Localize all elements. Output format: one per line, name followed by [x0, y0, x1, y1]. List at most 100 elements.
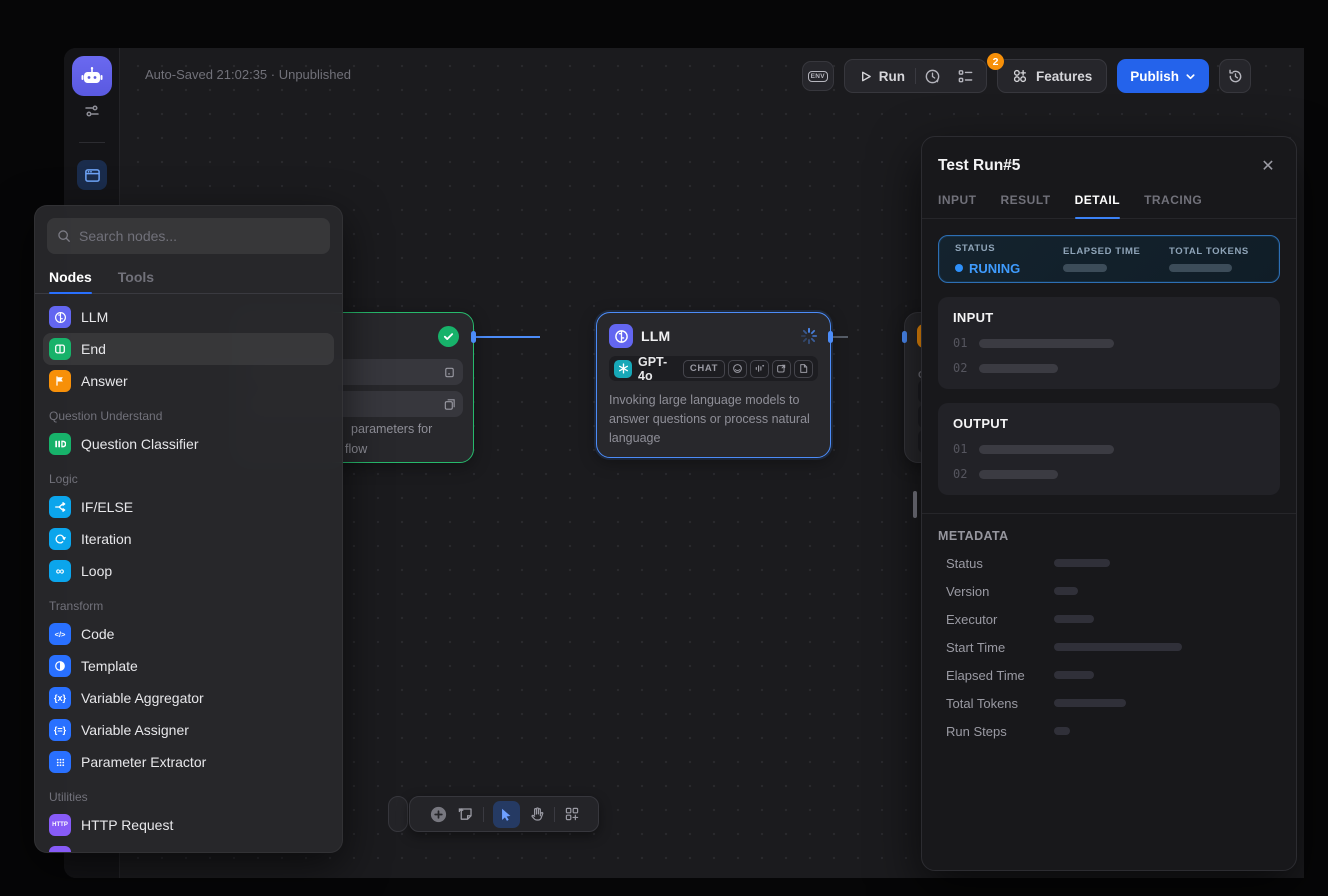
- preferences-sliders-icon[interactable]: [84, 103, 100, 119]
- organize-nodes-button[interactable]: [564, 806, 580, 822]
- node-item-code[interactable]: </> Code: [43, 618, 334, 650]
- chat-mode-badge: CHAT: [683, 360, 725, 378]
- node-item-end[interactable]: End: [43, 333, 334, 365]
- tab-tracing[interactable]: TRACING: [1144, 193, 1202, 218]
- undo-redo-toolbar[interactable]: [388, 796, 408, 832]
- connector-handle[interactable]: [471, 331, 476, 343]
- app-preview-icon[interactable]: [77, 160, 107, 190]
- node-search-box[interactable]: [47, 218, 330, 254]
- metadata-title: METADATA: [938, 529, 1280, 543]
- features-button[interactable]: Features: [997, 59, 1107, 93]
- question-classifier-icon: [49, 433, 71, 455]
- audio-capability-icon: [750, 360, 769, 378]
- start-node-description-fragment: flow: [345, 439, 367, 459]
- end-icon: [49, 338, 71, 360]
- skeleton-bar: [1063, 264, 1107, 272]
- output-card: OUTPUT 01 02: [938, 403, 1280, 495]
- close-icon[interactable]: ✕: [1256, 154, 1280, 178]
- metadata-label: Start Time: [946, 640, 1054, 655]
- node-item-question-classifier[interactable]: Question Classifier: [43, 428, 334, 460]
- metadata-label: Elapsed Time: [946, 668, 1054, 683]
- version-history-button[interactable]: [1219, 59, 1251, 93]
- skeleton-bar: [1054, 699, 1126, 707]
- run-label: Run: [879, 69, 905, 84]
- variable-assigner-icon: {=}: [49, 719, 71, 741]
- run-button-group: Run: [844, 59, 987, 93]
- line-number: 02: [953, 467, 967, 481]
- search-icon: [57, 229, 71, 243]
- metadata-label: Executor: [946, 612, 1054, 627]
- elapsed-time-label: ELAPSED TIME: [1063, 246, 1169, 257]
- metadata-rows: Status Version Executor Start Time Elaps…: [938, 549, 1280, 745]
- http-request-icon: HTTP: [49, 814, 71, 836]
- connector-handle[interactable]: [902, 331, 907, 343]
- skeleton-bar: [1054, 559, 1110, 567]
- llm-node[interactable]: LLM: [596, 312, 831, 458]
- if-else-icon: [49, 496, 71, 518]
- connector-handle[interactable]: [828, 331, 833, 343]
- input-title: INPUT: [953, 310, 1265, 325]
- node-item-llm[interactable]: LLM: [43, 301, 334, 333]
- skeleton-bar: [1054, 587, 1078, 595]
- skeleton-bar: [979, 445, 1114, 454]
- node-item-http-request[interactable]: HTTP HTTP Request: [43, 809, 334, 841]
- iteration-icon: [49, 528, 71, 550]
- tab-detail[interactable]: DETAIL: [1075, 193, 1120, 218]
- skeleton-bar: [1054, 727, 1070, 735]
- metadata-label: Run Steps: [946, 724, 1054, 739]
- status-value: RUNING: [955, 261, 1063, 276]
- canvas-control-toolbar: [409, 796, 599, 832]
- total-tokens-label: TOTAL TOKENS: [1169, 246, 1249, 257]
- run-status-card: STATUS RUNING ELAPSED TIME TOTAL TOKENS: [938, 235, 1280, 283]
- tab-input[interactable]: INPUT: [938, 193, 977, 218]
- model-selector[interactable]: GPT-4o CHAT: [609, 356, 818, 381]
- vision-capability-icon: [728, 360, 747, 378]
- tab-tools[interactable]: Tools: [118, 260, 154, 293]
- skeleton-bar: [1054, 671, 1094, 679]
- node-list: LLM End Answer Question Understand Quest…: [35, 294, 342, 853]
- tab-nodes[interactable]: Nodes: [49, 260, 92, 293]
- skeleton-bar: [979, 364, 1058, 373]
- node-item-variable-assigner[interactable]: {=} Variable Assigner: [43, 714, 334, 746]
- tab-result[interactable]: RESULT: [1001, 193, 1051, 218]
- run-button[interactable]: Run: [849, 60, 915, 92]
- node-item-variable-aggregator[interactable]: {x} Variable Aggregator: [43, 682, 334, 714]
- node-item-answer[interactable]: Answer: [43, 365, 334, 397]
- env-variables-button[interactable]: ENV: [802, 61, 834, 91]
- checklist-icon[interactable]: [949, 68, 982, 85]
- run-panel-tabs: INPUT RESULT DETAIL TRACING: [922, 193, 1296, 219]
- llm-node-title: LLM: [641, 328, 670, 344]
- chevron-down-icon: [1185, 71, 1196, 82]
- metadata-label: Status: [946, 556, 1054, 571]
- panel-resize-handle[interactable]: [913, 491, 917, 518]
- publish-button[interactable]: Publish: [1117, 59, 1209, 93]
- node-item-iteration[interactable]: Iteration: [43, 523, 334, 555]
- variable-aggregator-icon: {x}: [49, 687, 71, 709]
- app-logo-robot-icon[interactable]: [72, 56, 112, 96]
- model-name: GPT-4o: [638, 355, 677, 383]
- skeleton-bar: [1054, 615, 1094, 623]
- section-divider: [922, 513, 1296, 514]
- pointer-tool-button[interactable]: [493, 801, 520, 828]
- node-panel-tabs: Nodes Tools: [35, 260, 342, 294]
- node-item-loop[interactable]: ∞ Loop: [43, 555, 334, 587]
- add-note-button[interactable]: [457, 806, 474, 823]
- node-item-template[interactable]: Template: [43, 650, 334, 682]
- node-item-parameter-extractor[interactable]: Parameter Extractor: [43, 746, 334, 778]
- metadata-label: Total Tokens: [946, 696, 1054, 711]
- node-search-input[interactable]: [79, 228, 320, 244]
- skeleton-bar: [979, 470, 1058, 479]
- add-node-button[interactable]: [429, 805, 448, 824]
- llm-node-description: Invoking large language models to answer…: [597, 381, 830, 448]
- answer-icon: [49, 370, 71, 392]
- parameter-extractor-icon: [49, 751, 71, 773]
- node-item-list-operator[interactable]: List Operator: [43, 841, 334, 853]
- toolbar-divider: [483, 807, 484, 822]
- output-title: OUTPUT: [953, 416, 1265, 431]
- hand-tool-button[interactable]: [529, 806, 545, 822]
- node-item-if-else[interactable]: IF/ELSE: [43, 491, 334, 523]
- run-panel-title: Test Run#5: [938, 157, 1020, 175]
- code-icon: </>: [49, 623, 71, 645]
- run-history-icon[interactable]: [916, 68, 949, 85]
- line-number: 01: [953, 336, 967, 350]
